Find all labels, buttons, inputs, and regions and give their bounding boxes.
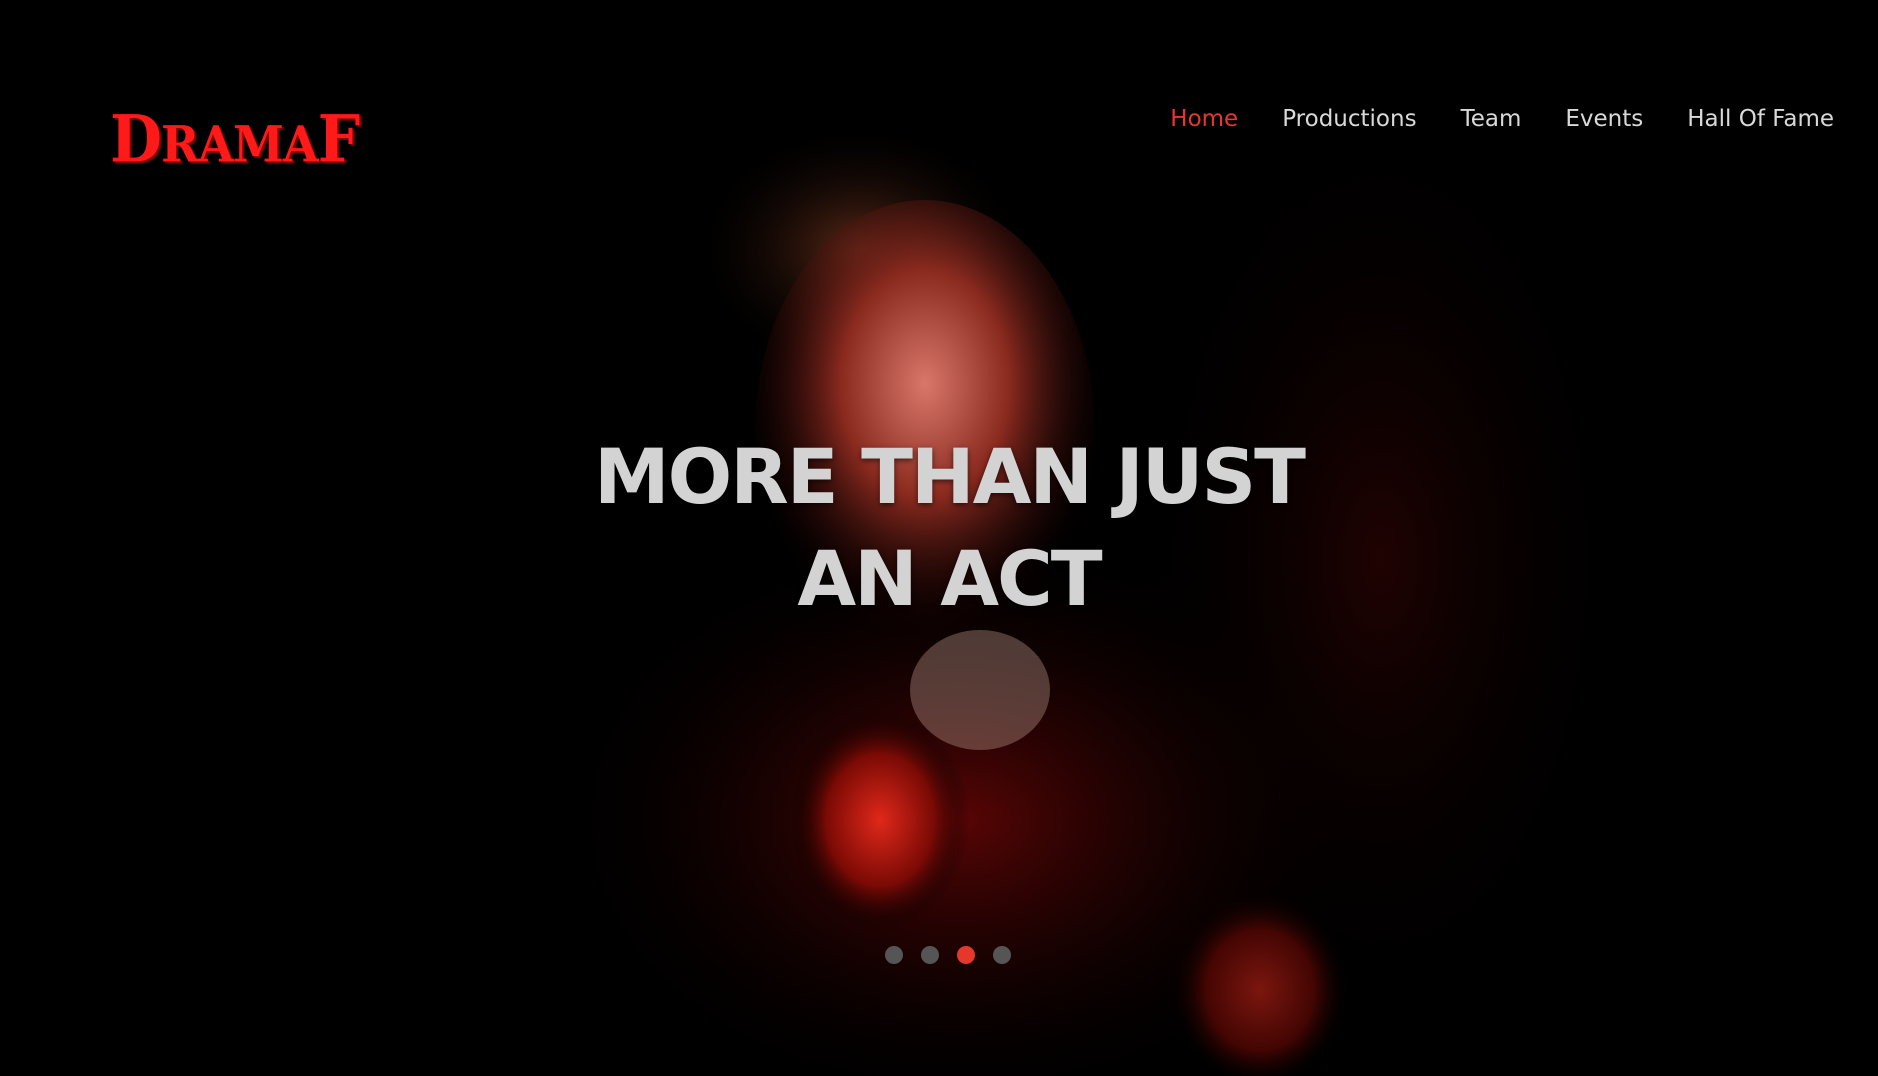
main-navigation: Home Productions Team Events Hall Of Fam… [1170, 106, 1834, 132]
nav-item-events[interactable]: Events [1565, 106, 1643, 132]
slider-pagination [885, 946, 1011, 964]
slide-dot-4[interactable] [993, 946, 1011, 964]
logo-text-tail: F [317, 102, 361, 178]
hero-section: DRAMAF Home Productions Team Events Hall… [0, 0, 1878, 1076]
slide-dot-1[interactable] [885, 946, 903, 964]
nav-item-productions[interactable]: Productions [1282, 106, 1416, 132]
dramaf-logo[interactable]: DRAMAF [110, 102, 361, 178]
hero-headline-line1: MORE THAN JUST [593, 432, 1306, 521]
logo-text-lead: D [110, 102, 162, 178]
logo-text-mid: RAMA [161, 114, 319, 174]
nav-item-hall-of-fame[interactable]: Hall Of Fame [1687, 106, 1834, 132]
slide-dot-2[interactable] [921, 946, 939, 964]
nav-item-home[interactable]: Home [1170, 106, 1238, 132]
hero-headline-line2: AN ACT [797, 534, 1102, 623]
slide-dot-3[interactable] [957, 946, 975, 964]
nav-item-team[interactable]: Team [1461, 106, 1522, 132]
hero-headline: MORE THAN JUST AN ACT [0, 426, 1878, 630]
